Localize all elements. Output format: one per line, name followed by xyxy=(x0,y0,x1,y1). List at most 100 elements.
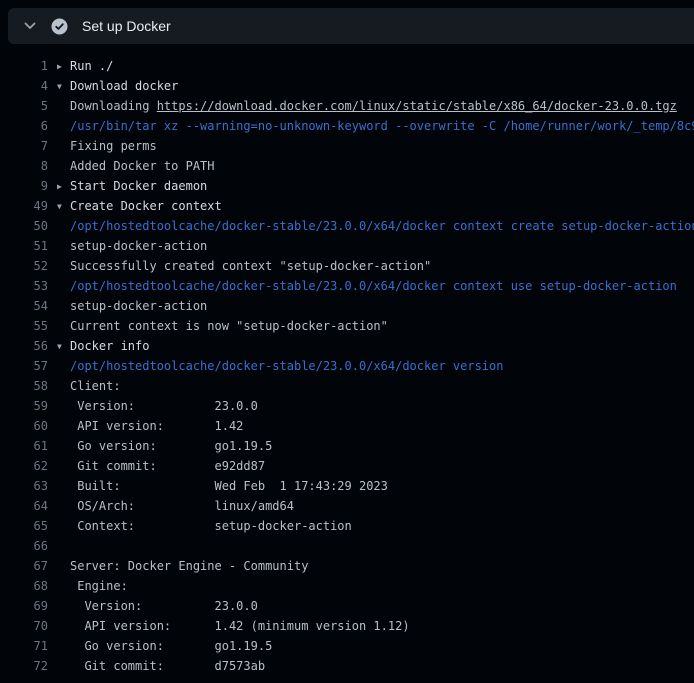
chevron-down-icon[interactable] xyxy=(22,18,38,34)
line-number[interactable]: 72 xyxy=(0,656,48,676)
log-text: API version: 1.42 (minimum version 1.12) xyxy=(70,619,410,633)
line-number[interactable]: 71 xyxy=(0,636,48,656)
log-line: 72 Git commit: d7573ab xyxy=(0,656,694,676)
line-number[interactable]: 6 xyxy=(0,116,48,136)
log-line: 55 Current context is now "setup-docker-a… xyxy=(0,316,694,336)
log-text: setup-docker-action xyxy=(70,239,207,253)
group-title: Docker info xyxy=(70,339,149,353)
log-text: Version: 23.0.0 xyxy=(70,599,258,613)
line-number[interactable]: 63 xyxy=(0,476,48,496)
log-line: 57/opt/hostedtoolcache/docker-stable/23.… xyxy=(0,356,694,376)
log-line: 64 OS/Arch: linux/amd64 xyxy=(0,496,694,516)
log-group-header[interactable]: 1 ▶Run ./ xyxy=(0,56,694,76)
line-number[interactable]: 64 xyxy=(0,496,48,516)
group-title: Download docker xyxy=(70,79,178,93)
line-number[interactable]: 55 xyxy=(0,316,48,336)
log-text: Current context is now "setup-docker-act… xyxy=(70,319,388,333)
triangle-down-icon: ▼ xyxy=(57,197,70,216)
group-title: Run ./ xyxy=(70,59,113,73)
line-number[interactable]: 59 xyxy=(0,396,48,416)
line-number[interactable]: 49 xyxy=(0,196,48,216)
line-number[interactable]: 1 xyxy=(0,56,48,76)
triangle-right-icon: ▶ xyxy=(57,177,70,196)
log-line: 59 Version: 23.0.0 xyxy=(0,396,694,416)
log-text: Fixing perms xyxy=(70,139,157,153)
log-group-header[interactable]: 9 ▶Start Docker daemon xyxy=(0,176,694,196)
check-circle-icon xyxy=(51,18,68,35)
log-text: Added Docker to PATH xyxy=(70,159,215,173)
line-number[interactable]: 62 xyxy=(0,456,48,476)
line-number[interactable]: 50 xyxy=(0,216,48,236)
log-command-text: /usr/bin/tar xz --warning=no-unknown-key… xyxy=(70,119,694,133)
line-number[interactable]: 61 xyxy=(0,436,48,456)
log-line: 60 API version: 1.42 xyxy=(0,416,694,436)
log-line: 67 Server: Docker Engine - Community xyxy=(0,556,694,576)
log-text: Version: 23.0.0 xyxy=(70,399,258,413)
log-link[interactable]: https://download.docker.com/linux/static… xyxy=(157,99,677,113)
line-number[interactable]: 57 xyxy=(0,356,48,376)
log-line: 61 Go version: go1.19.5 xyxy=(0,436,694,456)
line-number[interactable]: 51 xyxy=(0,236,48,256)
log-group-header[interactable]: 56 ▼Docker info xyxy=(0,336,694,356)
group-title: Start Docker daemon xyxy=(70,179,207,193)
line-number[interactable]: 56 xyxy=(0,336,48,356)
line-number[interactable]: 8 xyxy=(0,156,48,176)
log-command-text: /opt/hostedtoolcache/docker-stable/23.0.… xyxy=(70,219,694,233)
line-number[interactable]: 5 xyxy=(0,96,48,116)
line-number[interactable]: 52 xyxy=(0,256,48,276)
log-text: setup-docker-action xyxy=(70,299,207,313)
line-number[interactable]: 67 xyxy=(0,556,48,576)
log-text: Go version: go1.19.5 xyxy=(70,439,272,453)
line-number[interactable]: 53 xyxy=(0,276,48,296)
line-number[interactable]: 69 xyxy=(0,596,48,616)
step-header[interactable]: Set up Docker xyxy=(8,8,694,44)
line-number[interactable]: 65 xyxy=(0,516,48,536)
log-text: Git commit: e92dd87 xyxy=(70,459,265,473)
log-line: 69 Version: 23.0.0 xyxy=(0,596,694,616)
log-lines: 1▶Run ./4▼Download docker5Downloading ht… xyxy=(0,44,694,676)
log-line: 50/opt/hostedtoolcache/docker-stable/23.… xyxy=(0,216,694,236)
line-number[interactable]: 54 xyxy=(0,296,48,316)
triangle-right-icon: ▶ xyxy=(57,57,70,76)
log-line: 51 setup-docker-action xyxy=(0,236,694,256)
log-line: 53/opt/hostedtoolcache/docker-stable/23.… xyxy=(0,276,694,296)
log-line: 65 Context: setup-docker-action xyxy=(0,516,694,536)
log-command-text: /opt/hostedtoolcache/docker-stable/23.0.… xyxy=(70,279,677,293)
log-line: 54 setup-docker-action xyxy=(0,296,694,316)
log-text: Built: Wed Feb 1 17:43:29 2023 xyxy=(70,479,388,493)
log-text: Context: setup-docker-action xyxy=(70,519,352,533)
log-text: Successfully created context "setup-dock… xyxy=(70,259,431,273)
log-text: Engine: xyxy=(70,579,128,593)
log-text: Client: xyxy=(70,379,121,393)
log-text: Server: Docker Engine - Community xyxy=(70,559,308,573)
log-group-header[interactable]: 4 ▼Download docker xyxy=(0,76,694,96)
line-number[interactable]: 7 xyxy=(0,136,48,156)
line-number[interactable]: 68 xyxy=(0,576,48,596)
workflow-log-viewer: Set up Docker 1▶Run ./4▼Download docker5… xyxy=(0,0,694,683)
log-line: 63 Built: Wed Feb 1 17:43:29 2023 xyxy=(0,476,694,496)
line-number[interactable]: 70 xyxy=(0,616,48,636)
group-title: Create Docker context xyxy=(70,199,222,213)
log-line: 58 Client: xyxy=(0,376,694,396)
log-line: 5 Downloading https://download.docker.com… xyxy=(0,96,694,116)
log-text: Downloading xyxy=(70,99,157,113)
log-line: 71 Go version: go1.19.5 xyxy=(0,636,694,656)
line-number[interactable]: 66 xyxy=(0,536,48,556)
log-line: 52 Successfully created context "setup-do… xyxy=(0,256,694,276)
log-text: Go version: go1.19.5 xyxy=(70,639,272,653)
log-line: 70 API version: 1.42 (minimum version 1.… xyxy=(0,616,694,636)
log-command-text: /opt/hostedtoolcache/docker-stable/23.0.… xyxy=(70,359,503,373)
triangle-down-icon: ▼ xyxy=(57,337,70,356)
log-group-header[interactable]: 49 ▼Create Docker context xyxy=(0,196,694,216)
log-line: 66 xyxy=(0,536,694,556)
log-text: Git commit: d7573ab xyxy=(70,659,265,673)
log-line: 68 Engine: xyxy=(0,576,694,596)
line-number[interactable]: 9 xyxy=(0,176,48,196)
line-number[interactable]: 60 xyxy=(0,416,48,436)
log-line: 6/usr/bin/tar xz --warning=no-unknown-ke… xyxy=(0,116,694,136)
log-line: 62 Git commit: e92dd87 xyxy=(0,456,694,476)
log-text: OS/Arch: linux/amd64 xyxy=(70,499,294,513)
line-number[interactable]: 58 xyxy=(0,376,48,396)
triangle-down-icon: ▼ xyxy=(57,77,70,96)
line-number[interactable]: 4 xyxy=(0,76,48,96)
